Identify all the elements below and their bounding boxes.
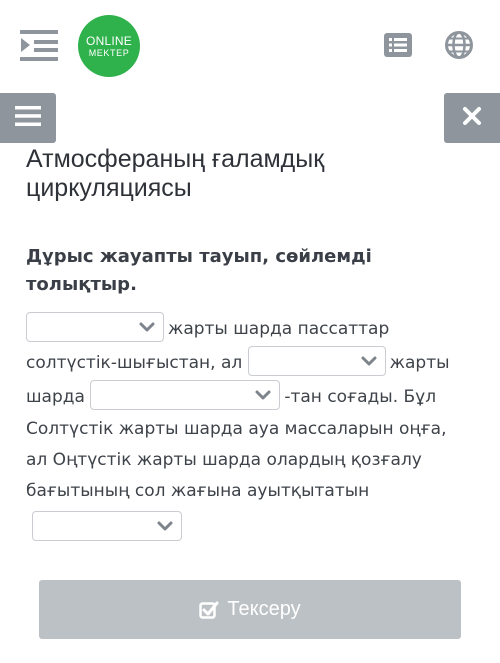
chevron-down-icon	[361, 356, 377, 366]
online-mektep-logo[interactable]: ONLINE MEKTEP	[78, 15, 140, 77]
task-instruction: Дұрыс жауапты тауып, сөйлемді толықтыр.	[26, 246, 372, 295]
globe-icon[interactable]	[444, 30, 474, 60]
check-answer-button[interactable]: Тексеру	[39, 580, 461, 639]
answer-dropdown-4[interactable]	[32, 511, 182, 541]
hamburger-icon	[15, 106, 41, 130]
chevron-down-icon	[139, 322, 155, 332]
logo-line1: ONLINE	[86, 33, 132, 48]
answer-dropdown-1[interactable]	[26, 312, 164, 342]
close-icon	[462, 106, 482, 130]
list-icon[interactable]	[384, 33, 412, 57]
logo-line2: MEKTEP	[88, 47, 130, 58]
check-answer-label: Тексеру	[227, 598, 301, 620]
sidebar-menu-button[interactable]	[0, 93, 56, 143]
menu-indent-icon[interactable]	[20, 28, 58, 62]
top-bar: ONLINE MEKTEP	[0, 0, 500, 92]
answer-dropdown-3[interactable]	[90, 380, 281, 410]
fill-in-passage: жарты шарда пассаттар солтүстік-шығыстан…	[26, 312, 472, 545]
chevron-down-icon	[157, 521, 173, 531]
lesson-title: Атмосфераның ғаламдық циркуляциясы	[26, 145, 325, 202]
close-button[interactable]	[444, 93, 500, 143]
chevron-down-icon	[255, 390, 271, 400]
answer-dropdown-2[interactable]	[247, 346, 386, 376]
checkbox-check-icon	[199, 601, 219, 619]
